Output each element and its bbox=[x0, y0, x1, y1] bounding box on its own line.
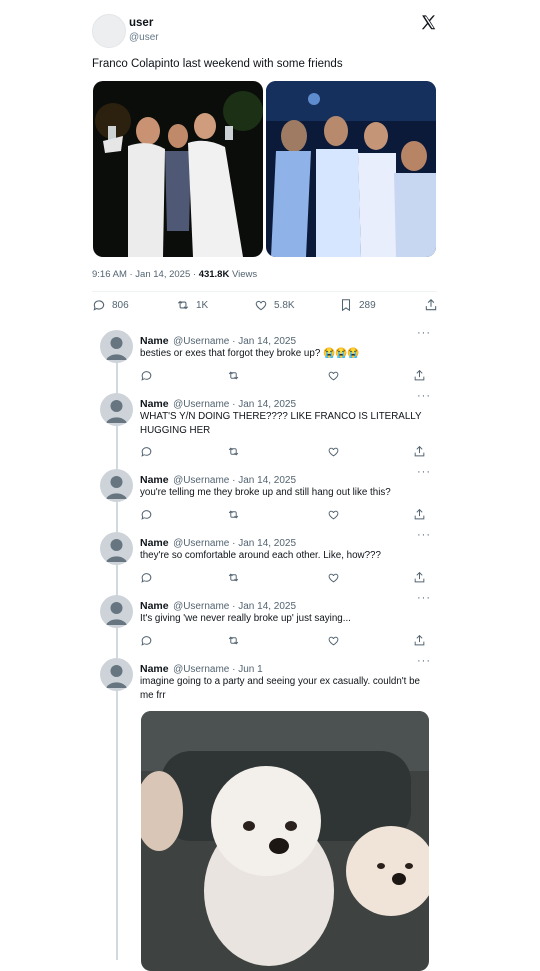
repost-icon bbox=[228, 447, 239, 456]
reply-repost-button[interactable] bbox=[227, 634, 240, 652]
reply-share-button[interactable] bbox=[413, 369, 426, 387]
author-name[interactable]: user bbox=[129, 17, 153, 29]
reply-like-button[interactable] bbox=[327, 445, 340, 463]
reply-handle[interactable]: @Username · Jun 1 bbox=[173, 664, 263, 675]
repost-icon bbox=[228, 371, 239, 380]
reply-reply-button[interactable] bbox=[140, 508, 153, 526]
like-button[interactable]: 5.8K bbox=[254, 298, 295, 312]
reply-handle[interactable]: @Username · Jan 14, 2025 bbox=[173, 336, 296, 347]
reply-avatar[interactable] bbox=[100, 393, 133, 426]
reply-button[interactable]: 806 bbox=[92, 298, 129, 312]
heart-icon bbox=[255, 300, 267, 311]
reply-text: imagine going to a party and seeing your… bbox=[140, 676, 420, 701]
reply-reply-button[interactable] bbox=[140, 445, 153, 463]
repost-button[interactable]: 1K bbox=[176, 298, 208, 312]
post-text: Franco Colapinto last weekend with some … bbox=[92, 58, 343, 70]
heart-icon bbox=[328, 510, 339, 520]
heart-icon bbox=[328, 573, 339, 583]
reply-share-button[interactable] bbox=[413, 508, 426, 526]
reply-repost-button[interactable] bbox=[227, 369, 240, 387]
more-options-icon[interactable]: ··· bbox=[417, 655, 431, 667]
bookmark-icon bbox=[341, 299, 351, 312]
share-icon bbox=[414, 571, 425, 583]
reply-icon bbox=[93, 300, 105, 311]
reply-icon bbox=[141, 636, 152, 646]
reply-count: 806 bbox=[112, 299, 129, 311]
heart-icon bbox=[328, 636, 339, 646]
reply-reply-button[interactable] bbox=[140, 634, 153, 652]
more-options-icon[interactable]: ··· bbox=[417, 327, 431, 339]
views-label: Views bbox=[231, 269, 258, 280]
views-count: 431.8K bbox=[198, 269, 230, 280]
reply-share-button[interactable] bbox=[413, 634, 426, 652]
thread-line bbox=[116, 350, 118, 960]
reply-icon bbox=[141, 371, 152, 381]
divider bbox=[92, 291, 437, 292]
reply-icon bbox=[141, 510, 152, 520]
more-options-icon[interactable]: ··· bbox=[417, 466, 431, 478]
reply-icon bbox=[141, 573, 152, 583]
repost-icon bbox=[228, 510, 239, 519]
share-icon bbox=[414, 508, 425, 520]
reply-share-button[interactable] bbox=[413, 445, 426, 463]
post-time: 9:16 AM · Jan 14, 2025 · bbox=[92, 269, 197, 280]
reply-repost-button[interactable] bbox=[227, 445, 240, 463]
reply-repost-button[interactable] bbox=[227, 508, 240, 526]
repost-icon bbox=[228, 573, 239, 582]
reply-avatar[interactable] bbox=[100, 330, 133, 363]
like-count: 5.8K bbox=[274, 299, 295, 311]
reply-like-button[interactable] bbox=[327, 571, 340, 589]
share-icon bbox=[425, 299, 437, 311]
bookmark-button[interactable]: 289 bbox=[339, 298, 376, 312]
author-avatar[interactable] bbox=[92, 14, 126, 48]
reply-name[interactable]: Name bbox=[140, 600, 169, 612]
reply-avatar[interactable] bbox=[100, 658, 133, 691]
post-meta: 9:16 AM · Jan 14, 2025 · 431.8K Views bbox=[92, 269, 257, 280]
heart-icon bbox=[328, 371, 339, 381]
more-options-icon[interactable]: ··· bbox=[417, 592, 431, 604]
repost-icon bbox=[177, 300, 189, 310]
reply-name[interactable]: Name bbox=[140, 398, 169, 410]
post-photo-right[interactable] bbox=[266, 81, 436, 257]
reply-text: besties or exes that forgot they broke u… bbox=[140, 348, 360, 359]
post-photo-left[interactable] bbox=[93, 81, 263, 257]
reply-text: you're telling me they broke up and stil… bbox=[140, 487, 391, 498]
reply-handle[interactable]: @Username · Jan 14, 2025 bbox=[173, 601, 296, 612]
reply-avatar[interactable] bbox=[100, 532, 133, 565]
reply-text: It's giving 'we never really broke up' j… bbox=[140, 613, 351, 624]
reply-media-dog[interactable] bbox=[141, 711, 429, 971]
more-options-icon[interactable]: ··· bbox=[417, 529, 431, 541]
share-icon bbox=[414, 445, 425, 457]
reply-repost-button[interactable] bbox=[227, 571, 240, 589]
reply-reply-button[interactable] bbox=[140, 369, 153, 387]
reply-name[interactable]: Name bbox=[140, 663, 169, 675]
x-logo-icon[interactable] bbox=[420, 14, 437, 36]
bookmark-count: 289 bbox=[359, 299, 376, 311]
reply-name[interactable]: Name bbox=[140, 537, 169, 549]
reply-share-button[interactable] bbox=[413, 571, 426, 589]
reply-handle[interactable]: @Username · Jan 14, 2025 bbox=[173, 475, 296, 486]
reply-handle[interactable]: @Username · Jan 14, 2025 bbox=[173, 399, 296, 410]
author-handle[interactable]: @user bbox=[129, 32, 159, 43]
repost-icon bbox=[228, 636, 239, 645]
reply-icon bbox=[141, 447, 152, 457]
repost-count: 1K bbox=[196, 299, 209, 311]
reply-handle[interactable]: @Username · Jan 14, 2025 bbox=[173, 538, 296, 549]
reply-text: WHAT'S Y/N DOING THERE???? LIKE FRANCO I… bbox=[140, 411, 422, 436]
reply-name[interactable]: Name bbox=[140, 335, 169, 347]
reply-like-button[interactable] bbox=[327, 634, 340, 652]
reply-name[interactable]: Name bbox=[140, 474, 169, 486]
reply-avatar[interactable] bbox=[100, 595, 133, 628]
reply-text: they're so comfortable around each other… bbox=[140, 550, 381, 561]
reply-reply-button[interactable] bbox=[140, 571, 153, 589]
reply-like-button[interactable] bbox=[327, 508, 340, 526]
heart-icon bbox=[328, 447, 339, 457]
share-button[interactable] bbox=[424, 298, 438, 312]
reply-like-button[interactable] bbox=[327, 369, 340, 387]
more-options-icon[interactable]: ··· bbox=[417, 390, 431, 402]
share-icon bbox=[414, 369, 425, 381]
reply-avatar[interactable] bbox=[100, 469, 133, 502]
share-icon bbox=[414, 634, 425, 646]
